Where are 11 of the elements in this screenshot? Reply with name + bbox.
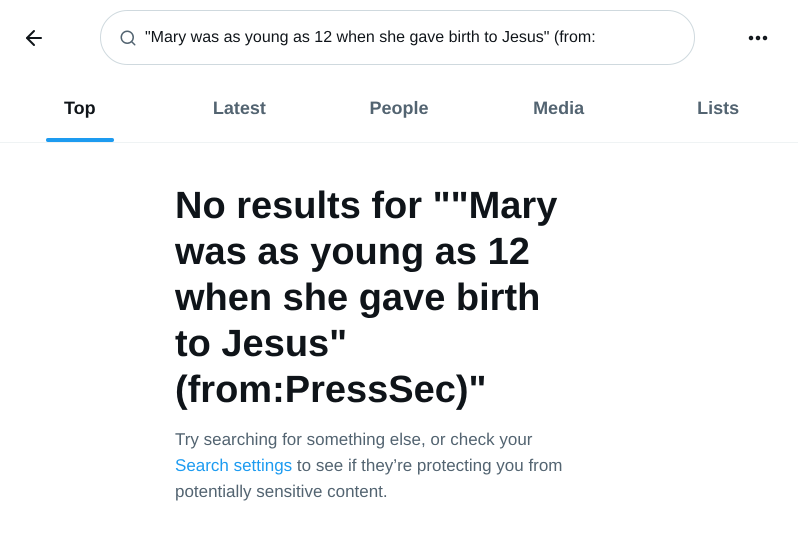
no-results-message: Try searching for something else, or check your Search settings to see if they’re protecting you from potentially sensitive content. bbox=[175, 429, 564, 503]
selected-tab-indicator bbox=[46, 138, 114, 142]
search-bar[interactable]: "Mary was as young as 12 when she gave birth to Jesus" (from: bbox=[100, 10, 695, 65]
tab[interactable]: Media bbox=[515, 75, 602, 142]
tab[interactable]: People bbox=[351, 75, 446, 142]
tab[interactable]: Top bbox=[46, 75, 114, 142]
search-icon bbox=[119, 28, 137, 46]
no-results-title: No results for ""Mary was as young as 12 when she gave birth to Jesus" (from:PressSec)" bbox=[175, 184, 558, 413]
tab[interactable]: Latest bbox=[194, 75, 284, 142]
tab[interactable]: Lists bbox=[679, 75, 758, 142]
search-field[interactable]: "Mary was as young as 12 when she gave birth to Jesus" (from: bbox=[145, 26, 686, 50]
